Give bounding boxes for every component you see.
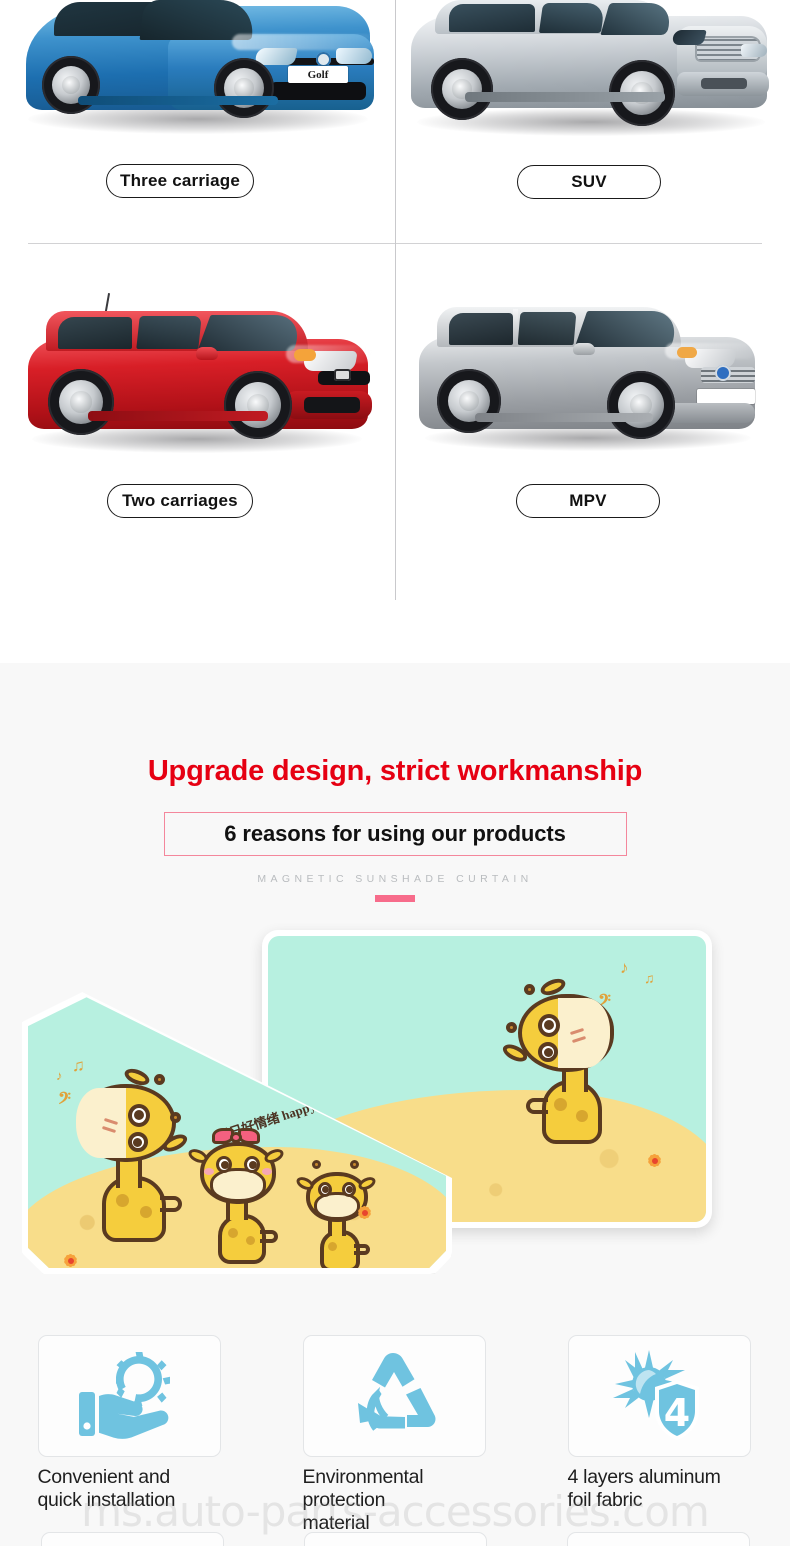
vehicle-card-two-carriages[interactable]: Two carriages: [0, 243, 395, 574]
license-plate: [697, 389, 755, 404]
promo-subtitle: 6 reasons for using our products: [224, 821, 566, 846]
feature-caption: 4 layers aluminum foil fabric: [568, 1466, 721, 1512]
flower-icon: [357, 1205, 372, 1220]
flower-icon: [646, 1152, 663, 1169]
feature-icon-box: [566, 1532, 750, 1546]
feature-card-row: Convenient and quick installation Enviro…: [0, 1335, 790, 1535]
grey-mpv-photo: [409, 285, 769, 465]
vehicle-card-three-carriage[interactable]: Golf Three carriage: [0, 0, 395, 243]
feature-caption-line1: Convenient and: [37, 1466, 171, 1488]
feature-icon-box: [40, 1532, 224, 1546]
hand-gear-icon: [79, 1352, 170, 1439]
giraffe-illustration: [500, 975, 624, 1176]
accent-bar: [375, 895, 415, 902]
feature-caption-line2: foil fabric: [567, 1489, 643, 1511]
feature-card-environmental-material[interactable]: Environmental protection material: [302, 1335, 488, 1535]
giraffe-illustration: [72, 1065, 192, 1268]
feature-caption-line2: material: [302, 1512, 370, 1534]
red-hatchback-photo: [18, 285, 378, 465]
promo-subtitle-box: 6 reasons for using our products: [163, 812, 627, 856]
shield-number: 4: [664, 1391, 690, 1435]
vehicle-label-three-carriage[interactable]: Three carriage: [106, 164, 254, 198]
music-note-icon: ♪: [620, 958, 629, 977]
feature-card-row-2: [0, 1532, 790, 1546]
promo-section: Upgrade design, strict workmanship 6 rea…: [0, 663, 790, 1546]
music-note-icon: ♫: [72, 1056, 85, 1075]
feature-icon-box: [37, 1335, 221, 1457]
giraffe-illustration: [186, 1128, 286, 1268]
golf-blue-hatchback-photo: Golf: [18, 0, 378, 135]
vehicle-card-mpv[interactable]: MPV: [395, 243, 790, 574]
music-note-icon: ♪: [56, 1068, 63, 1083]
vehicle-label-two-carriages[interactable]: Two carriages: [107, 484, 253, 518]
feature-caption-line1: Environmental protection: [302, 1466, 424, 1511]
feature-icon-box: [302, 1335, 486, 1457]
vehicle-label-text: MPV: [569, 491, 607, 510]
feature-caption-line2: quick installation: [37, 1489, 176, 1511]
license-plate: Golf: [288, 66, 348, 83]
feature-icon-box: [303, 1532, 487, 1546]
feature-card-convenient-installation[interactable]: Convenient and quick installation: [37, 1335, 223, 1535]
vehicle-type-grid: Golf Three carriage SUV Two carriages MP…: [0, 0, 790, 663]
vehicle-label-text: Three carriage: [120, 171, 240, 190]
vehicle-label-mpv[interactable]: MPV: [516, 484, 660, 518]
feature-caption: Environmental protection material: [303, 1466, 488, 1535]
feature-icon-box: 4: [567, 1335, 751, 1457]
promo-headline: Upgrade design, strict workmanship: [147, 755, 643, 787]
promo-tagline: MAGNETIC SUNSHADE CURTAIN: [257, 873, 533, 885]
music-note-icon: ♫: [644, 970, 655, 986]
silver-suv-photo: [405, 0, 777, 140]
feature-caption: Convenient and quick installation: [38, 1466, 176, 1512]
vehicle-label-text: SUV: [571, 172, 607, 191]
feature-caption-line1: 4 layers aluminum: [567, 1466, 721, 1488]
flower-icon: [62, 1252, 79, 1268]
product-image-group: ♪ ♫ 𝄢 ♪ ♫ 𝄢 假日好情绪 happying: [0, 926, 790, 1286]
vehicle-label-suv[interactable]: SUV: [517, 165, 661, 199]
clef-icon: 𝄢: [58, 1090, 71, 1112]
sun-shield-4-icon: 4: [613, 1350, 699, 1440]
vehicle-label-text: Two carriages: [122, 491, 238, 510]
recycle-leaf-icon: [358, 1353, 436, 1431]
vehicle-card-suv[interactable]: SUV: [395, 0, 790, 243]
feature-card-aluminum-foil[interactable]: 4 4 layers aluminum foil fabric: [567, 1335, 753, 1535]
